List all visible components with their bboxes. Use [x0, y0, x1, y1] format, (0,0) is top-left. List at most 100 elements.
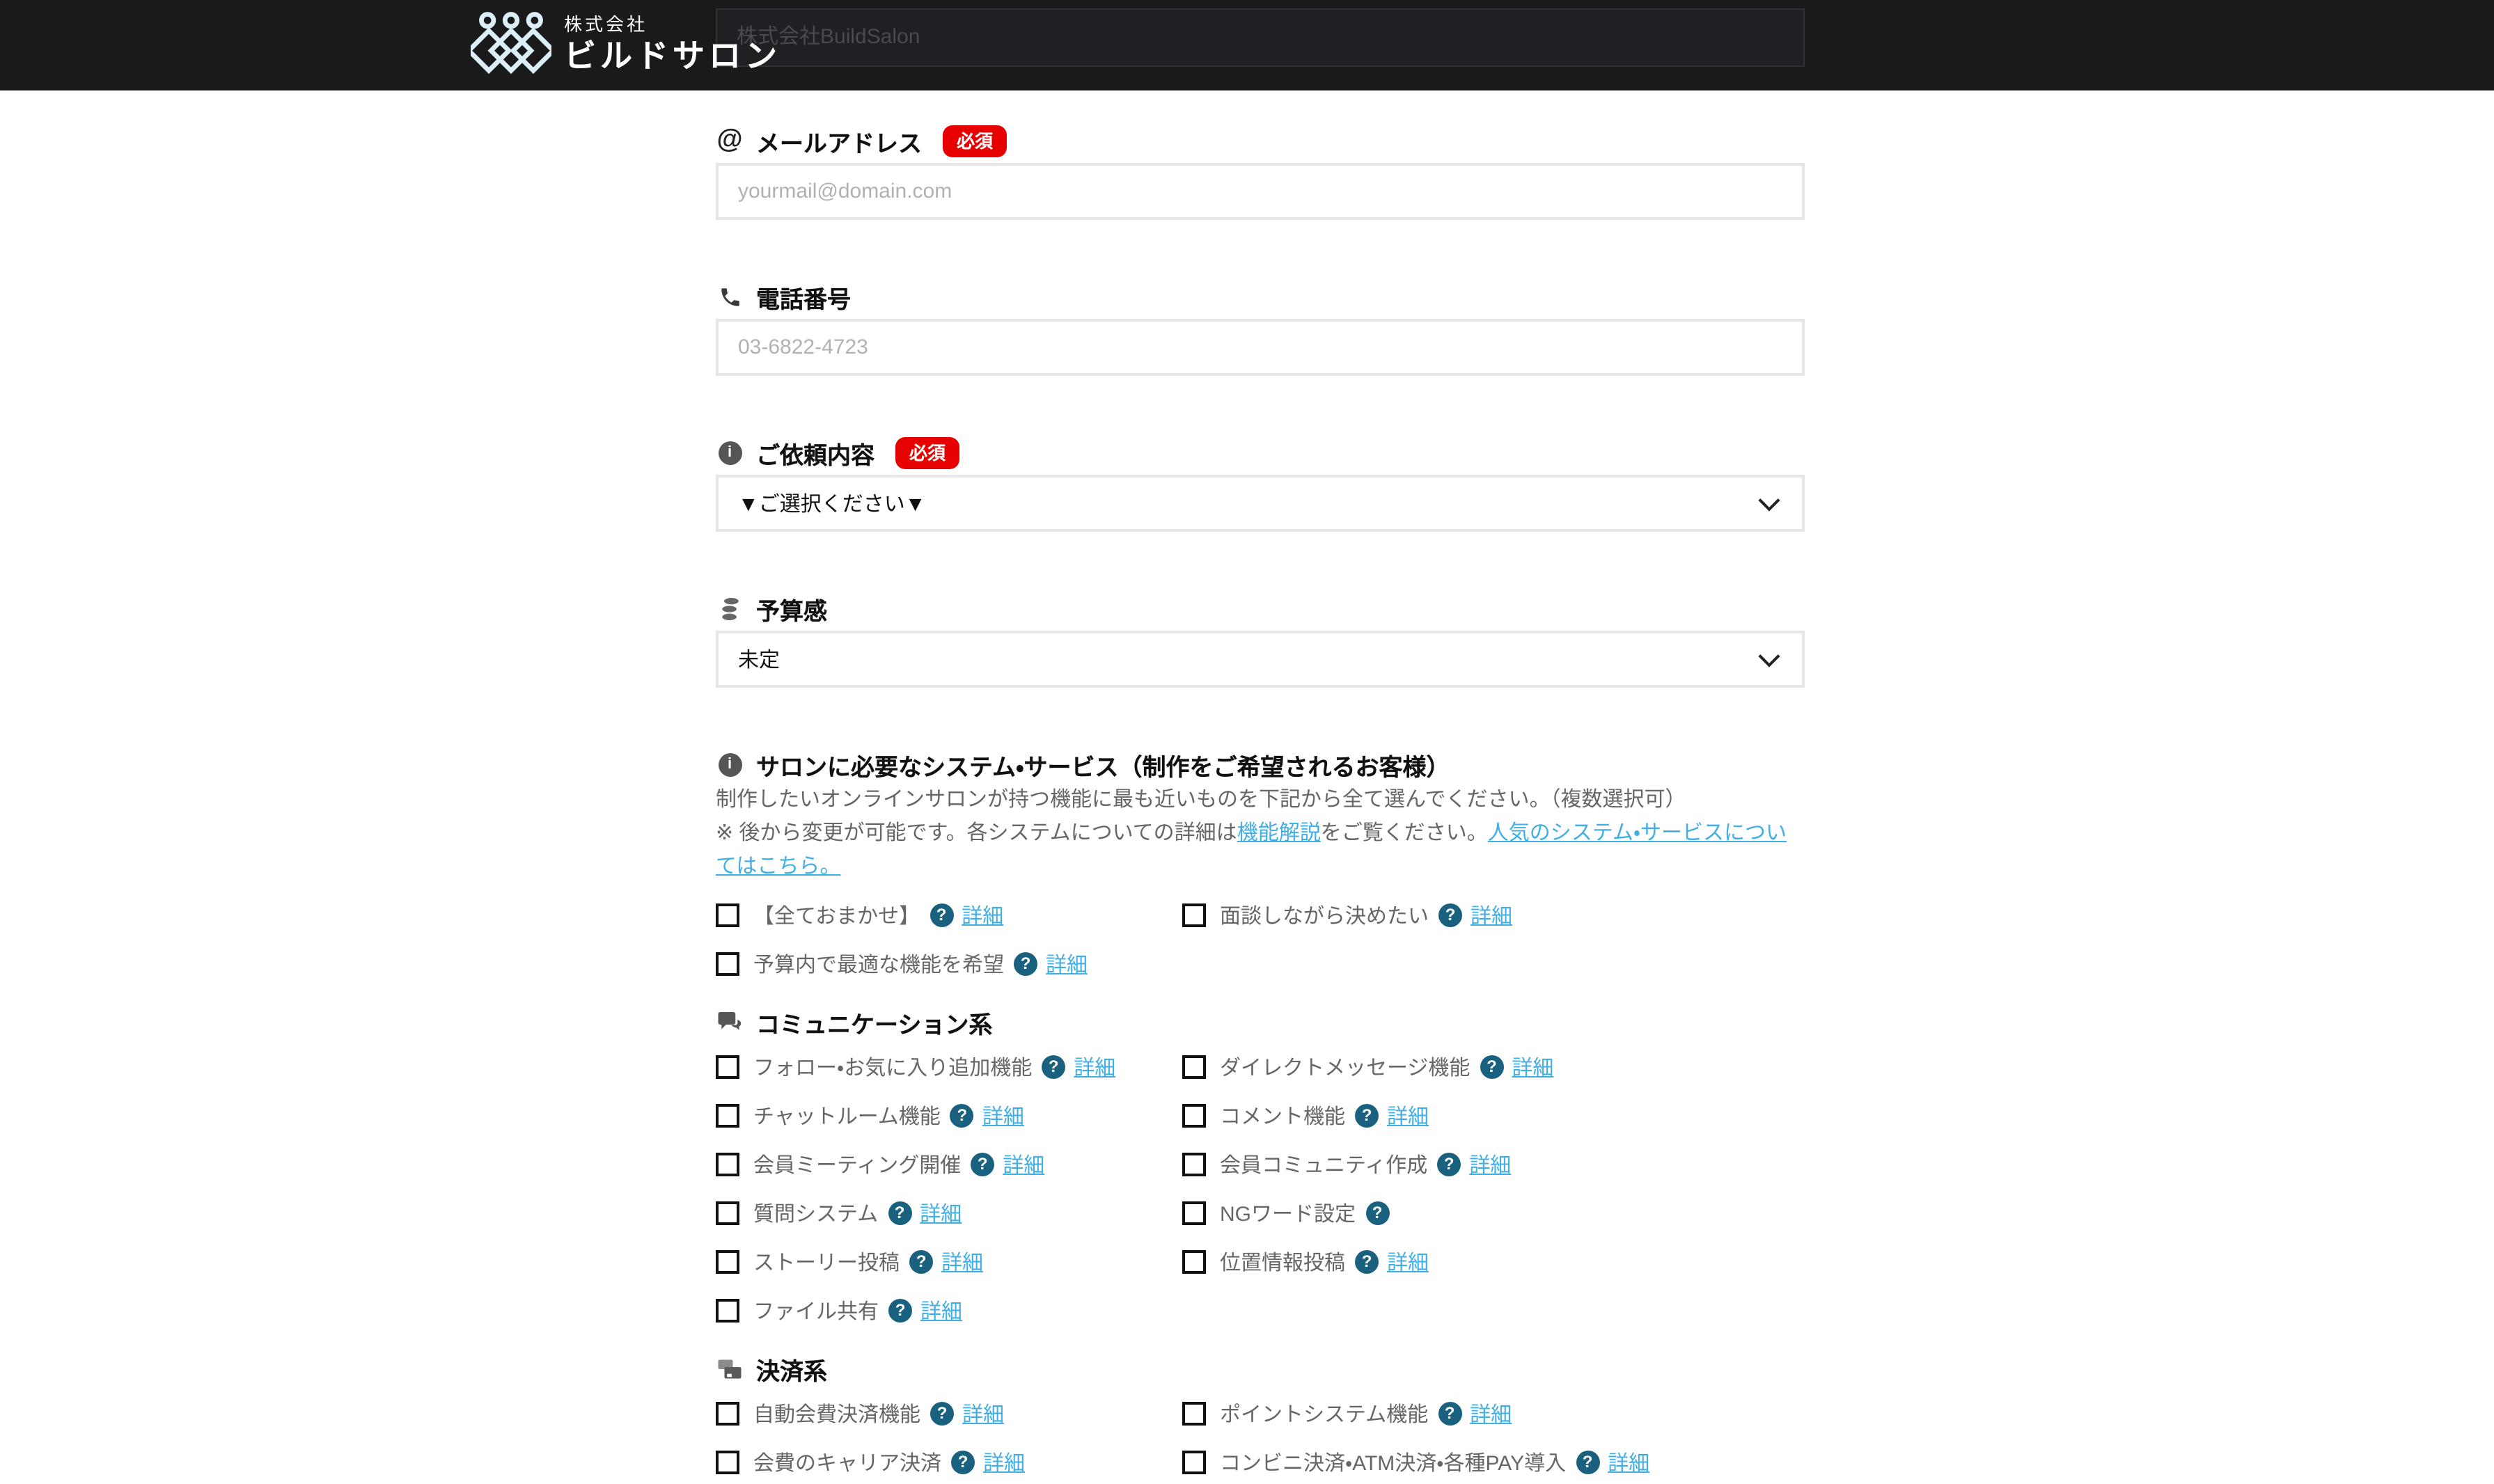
checkbox[interactable]	[1182, 1249, 1206, 1273]
email-input[interactable]	[716, 163, 1805, 220]
required-badge: 必須	[943, 125, 1007, 157]
checkbox[interactable]	[716, 1055, 739, 1078]
checkbox[interactable]	[1182, 1201, 1206, 1224]
detail-link[interactable]: 詳細	[1608, 1447, 1649, 1476]
service-option[interactable]: ダイレクトメッセージ機能? 詳細	[1182, 1052, 1805, 1080]
detail-link[interactable]: 詳細	[1046, 949, 1088, 978]
detail-link[interactable]: 詳細	[962, 1398, 1004, 1428]
service-option[interactable]: 会員ミーティング開催?詳細	[716, 1150, 1182, 1178]
help-icon[interactable]: ?	[888, 1298, 912, 1322]
budget-label: 予算感	[756, 591, 827, 626]
detail-link[interactable]: 詳細	[983, 1447, 1025, 1476]
service-option-label: 会員コミュニティ作成	[1220, 1149, 1427, 1178]
service-option[interactable]: ファイル共有? 詳細	[716, 1296, 1182, 1324]
communication-options-grid: フォロー・お気に入り追加機能?詳細ダイレクトメッセージ機能?詳細チャットルーム機…	[716, 1052, 1805, 1324]
detail-link[interactable]: 詳細	[1470, 900, 1512, 929]
detail-link[interactable]: 詳細	[920, 1295, 962, 1325]
help-icon[interactable]: ?	[1355, 1103, 1379, 1127]
service-option[interactable]: NGワード設定?	[1182, 1199, 1805, 1226]
checkbox[interactable]	[716, 1152, 739, 1176]
phone-input[interactable]	[716, 319, 1805, 376]
checkbox[interactable]	[716, 1450, 739, 1474]
help-icon[interactable]: ?	[1014, 952, 1037, 975]
help-icon[interactable]: ?	[950, 1103, 974, 1127]
checkbox[interactable]	[1182, 1450, 1206, 1474]
checkbox[interactable]	[716, 952, 739, 975]
help-icon[interactable]: ?	[1437, 1152, 1461, 1176]
detail-link[interactable]: 詳細	[1387, 1247, 1429, 1276]
service-option[interactable]: 位置情報投稿?詳細	[1182, 1247, 1805, 1275]
checkbox[interactable]	[716, 1103, 739, 1127]
service-option[interactable]: チャットルーム機能?詳細	[716, 1101, 1182, 1129]
phone-label: 電話番号	[756, 279, 851, 314]
detail-link[interactable]: 詳細	[962, 900, 1003, 929]
checkbox[interactable]	[1182, 1103, 1206, 1127]
help-icon[interactable]: ?	[1355, 1249, 1379, 1273]
detail-link[interactable]: 詳細	[1074, 1052, 1115, 1081]
checkbox[interactable]	[1182, 1055, 1206, 1078]
service-option-label: コンビニ決済・ATM決済・各種PAY導入	[1220, 1447, 1566, 1476]
service-option-label: ポイントシステム機能	[1220, 1398, 1428, 1428]
detail-link[interactable]: 詳細	[1469, 1149, 1511, 1178]
detail-link[interactable]: 詳細	[1003, 1149, 1044, 1178]
checkbox[interactable]	[1182, 1152, 1206, 1176]
detail-link[interactable]: 詳細	[941, 1247, 983, 1276]
services-heading: サロンに必要なシステム・サービス（制作をご希望されるお客様）	[756, 747, 1450, 782]
help-icon[interactable]: ?	[1365, 1201, 1389, 1224]
detail-link[interactable]: 詳細	[1512, 1052, 1553, 1081]
logo-company-prefix: 株式会社	[564, 15, 781, 38]
email-label: メールアドレス	[756, 123, 922, 158]
detail-link[interactable]: 詳細	[1470, 1398, 1512, 1428]
service-option[interactable]: 面談しながら決めたい?詳細	[1182, 901, 1805, 929]
checkbox[interactable]	[716, 1249, 739, 1273]
help-icon[interactable]: ?	[1438, 903, 1462, 926]
services-section: i サロンに必要なシステム・サービス（制作をご希望されるお客様） 制作したいオン…	[716, 750, 1805, 1476]
service-option[interactable]: コンビニ決済・ATM決済・各種PAY導入? 詳細	[1182, 1448, 1805, 1476]
request-select[interactable]: ▼ご選択ください▼	[716, 475, 1805, 532]
checkbox[interactable]	[716, 1298, 739, 1322]
help-icon[interactable]: ?	[888, 1201, 911, 1224]
service-option[interactable]: 質問システム?詳細	[716, 1199, 1182, 1226]
service-option[interactable]: 【全ておまかせ】?詳細	[716, 901, 1182, 929]
help-icon[interactable]: ?	[951, 1450, 975, 1474]
communication-group-heading: コミュニケーション系	[716, 1008, 1805, 1036]
service-option-label: ファイル共有	[753, 1295, 879, 1325]
at-icon: @	[716, 125, 744, 156]
help-icon[interactable]: ?	[909, 1249, 933, 1273]
checkbox[interactable]	[716, 1201, 739, 1224]
services-description: 制作したいオンラインサロンが持つ機能に最も近いものを下記から全て選んでください。…	[716, 784, 1805, 884]
service-option[interactable]: フォロー・お気に入り追加機能? 詳細	[716, 1052, 1182, 1080]
help-icon[interactable]: ?	[1042, 1055, 1065, 1078]
service-option-label: 会費のキャリア決済	[753, 1447, 941, 1476]
service-option[interactable]: 予算内で最適な機能を希望?詳細	[716, 949, 1182, 977]
service-option[interactable]: ポイントシステム機能? 詳細	[1182, 1399, 1805, 1427]
description-text: をご覧ください。	[1321, 821, 1488, 845]
service-option[interactable]: 会員コミュニティ作成? 詳細	[1182, 1150, 1805, 1178]
service-option[interactable]: ストーリー投稿?詳細	[716, 1247, 1182, 1275]
services-heading-row: i サロンに必要なシステム・サービス（制作をご希望されるお客様）	[716, 750, 1805, 778]
service-option[interactable]: 会費のキャリア決済? 詳細	[716, 1448, 1182, 1476]
help-icon[interactable]: ?	[971, 1152, 994, 1176]
detail-link[interactable]: 詳細	[1387, 1100, 1429, 1130]
budget-select[interactable]: 未定	[716, 631, 1805, 688]
detail-link[interactable]: 詳細	[920, 1198, 962, 1227]
logo[interactable]: 株式会社 ビルドサロン	[471, 11, 781, 78]
service-option-label: 自動会費決済機能	[753, 1398, 920, 1428]
help-icon[interactable]: ?	[1576, 1450, 1599, 1474]
service-option[interactable]: 自動会費決済機能? 詳細	[716, 1399, 1182, 1427]
help-icon[interactable]: ?	[1438, 1401, 1461, 1425]
checkbox[interactable]	[1182, 903, 1206, 926]
checkbox[interactable]	[716, 903, 739, 926]
help-icon[interactable]: ?	[1480, 1055, 1503, 1078]
help-icon[interactable]: ?	[930, 1401, 954, 1425]
feature-guide-link[interactable]: 機能解説	[1237, 821, 1321, 845]
service-option[interactable]: コメント機能?詳細	[1182, 1101, 1805, 1129]
service-option-label: ダイレクトメッセージ機能	[1220, 1052, 1470, 1081]
required-badge: 必須	[895, 436, 959, 468]
help-icon[interactable]: ?	[930, 903, 953, 926]
service-option-label: フォロー・お気に入り追加機能	[753, 1052, 1032, 1081]
checkbox[interactable]	[1182, 1401, 1206, 1425]
coins-icon	[716, 595, 744, 622]
detail-link[interactable]: 詳細	[982, 1100, 1024, 1130]
checkbox[interactable]	[716, 1401, 739, 1425]
